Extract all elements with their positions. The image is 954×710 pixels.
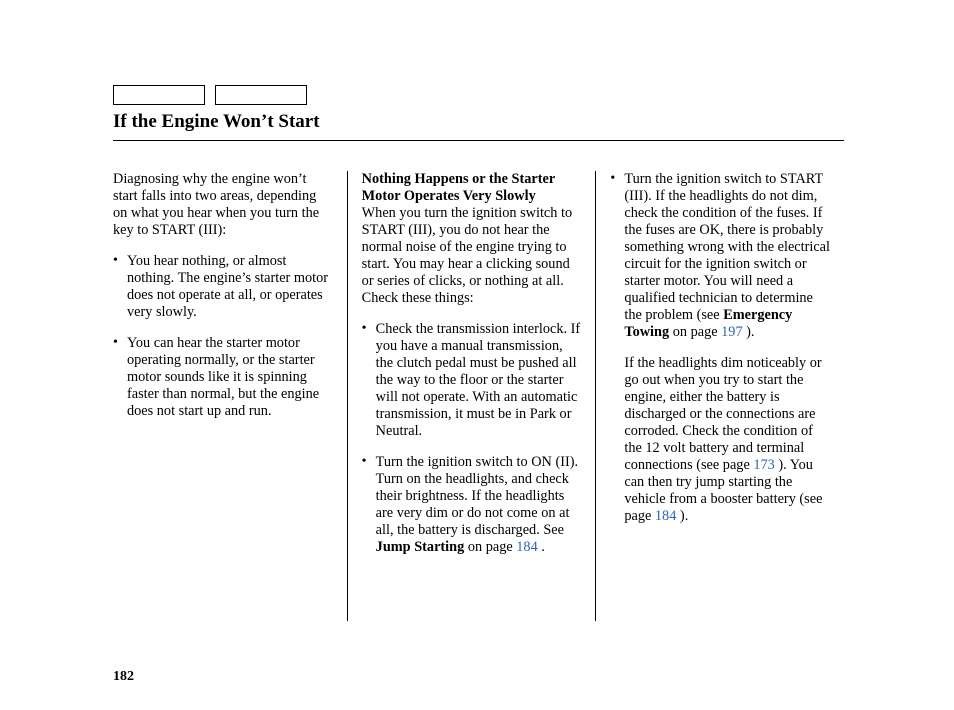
manual-page: If the Engine Won’t Start Diagnosing why… <box>0 0 954 710</box>
page-link-184a[interactable]: 184 <box>516 539 537 555</box>
col2-bullet-list: Check the transmission interlock. If you… <box>362 321 582 556</box>
col3-b1-post: ). <box>743 324 755 340</box>
col2-b2-pre: Turn the ignition switch to ON (II). Tur… <box>376 454 578 538</box>
col1-bullet-2: You can hear the starter motor operating… <box>113 335 333 420</box>
col3-bullet-list: Turn the ignition switch to START (III).… <box>610 171 830 525</box>
col1-bullet-1: You hear nothing, or almost nothing. The… <box>113 253 333 321</box>
page-link-173[interactable]: 173 <box>753 457 774 473</box>
body-columns: Diagnosing why the engine won’t start fa… <box>113 171 844 621</box>
header-box-1 <box>113 85 205 105</box>
column-3: Turn the ignition switch to START (III).… <box>595 171 844 621</box>
title-rule <box>113 140 844 141</box>
col2-b2-bold: Jump Starting <box>376 539 465 555</box>
header-box-2 <box>215 85 307 105</box>
col1-bullet-list: You hear nothing, or almost nothing. The… <box>113 253 333 420</box>
column-2: Nothing Happens or the Starter Motor Ope… <box>347 171 596 621</box>
column-1: Diagnosing why the engine won’t start fa… <box>113 171 347 621</box>
col2-para1: When you turn the ignition switch to STA… <box>362 205 572 306</box>
col2-bullet-1: Check the transmission interlock. If you… <box>362 321 582 440</box>
col3-follow: If the headlights dim noticeably or go o… <box>624 355 830 525</box>
col2-para: Nothing Happens or the Starter Motor Ope… <box>362 171 582 307</box>
page-link-197[interactable]: 197 <box>721 324 742 340</box>
page-number: 182 <box>113 669 134 685</box>
col2-b2-mid: on page <box>464 539 516 555</box>
col3-bullet-1: Turn the ignition switch to START (III).… <box>610 171 830 525</box>
col2-bullet-2: Turn the ignition switch to ON (II). Tur… <box>362 454 582 556</box>
col3-b1-mid: on page <box>669 324 721 340</box>
col3-b1-pre: Turn the ignition switch to START (III).… <box>624 171 830 323</box>
col2-b2-post: . <box>538 539 545 555</box>
col3-follow-post: ). <box>676 508 688 524</box>
page-title: If the Engine Won’t Start <box>113 111 844 134</box>
header-boxes <box>113 85 844 105</box>
col3-follow-pre: If the headlights dim noticeably or go o… <box>624 355 821 473</box>
page-link-184b[interactable]: 184 <box>655 508 676 524</box>
col1-intro: Diagnosing why the engine won’t start fa… <box>113 171 333 239</box>
col2-subhead: Nothing Happens or the Starter Motor Ope… <box>362 171 555 204</box>
